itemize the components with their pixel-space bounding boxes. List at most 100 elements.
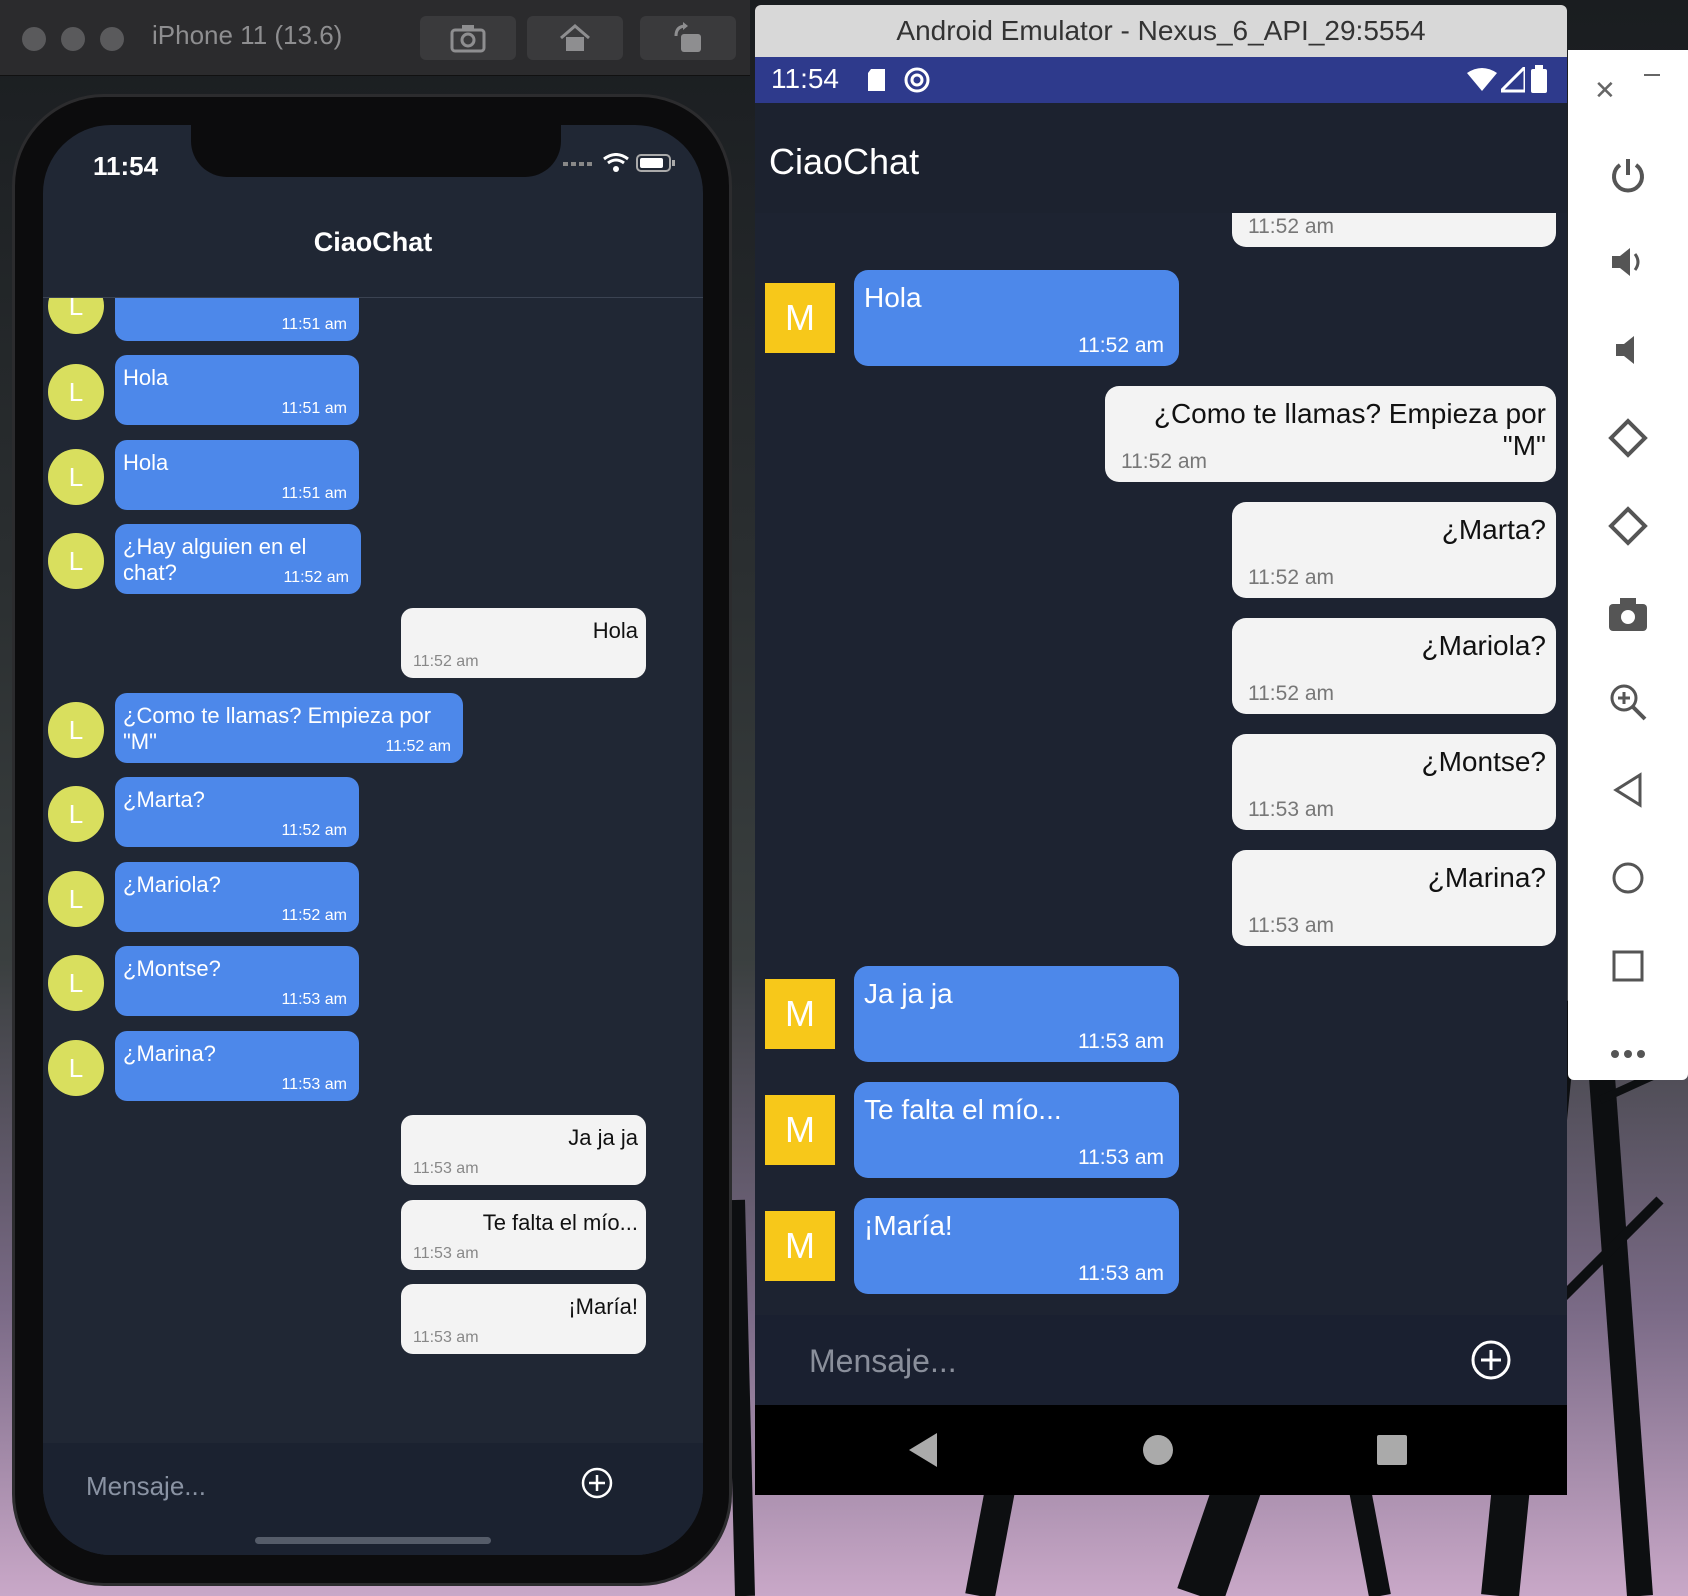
battery-icon: [1531, 65, 1547, 93]
avatar: M: [765, 283, 835, 353]
incoming-message: ¿Marina? 11:53 am: [115, 1031, 359, 1101]
avatar: L: [48, 449, 104, 505]
notch: [191, 125, 561, 177]
avatar: M: [765, 1095, 835, 1165]
message-text: Te falta el mío...: [864, 1094, 1062, 1125]
home-icon: [560, 24, 590, 51]
minimize-window-button[interactable]: [61, 27, 85, 51]
screenshot-button[interactable]: [420, 16, 516, 60]
android-app-bar: CiaoChat: [755, 103, 1567, 213]
camera-button[interactable]: [1568, 584, 1688, 644]
message-time: 11:52 am: [1078, 334, 1164, 357]
more-button[interactable]: [1568, 1024, 1688, 1084]
zoom-icon: [1610, 684, 1647, 721]
message-time: 11:53 am: [1078, 1030, 1164, 1053]
volume-up-button[interactable]: [1568, 232, 1688, 292]
android-status-time: 11:54: [771, 63, 839, 94]
outgoing-message: ¿Marina? 11:53 am: [1232, 850, 1556, 946]
add-icon[interactable]: [581, 1467, 613, 1499]
close-icon[interactable]: ✕: [1594, 75, 1616, 106]
wifi-icon: [603, 153, 629, 172]
message-text: ¿Marta?: [123, 787, 205, 812]
ios-navigation-bar: CiaoChat: [43, 195, 703, 298]
message-text: ¿Montse?: [123, 956, 221, 981]
minimize-icon[interactable]: [1644, 74, 1660, 76]
overview-icon: [1612, 950, 1644, 982]
rotate-left-button[interactable]: [1568, 408, 1688, 468]
incoming-message: Hola 11:52 am: [854, 270, 1179, 366]
message-time: 11:52 am: [385, 738, 451, 755]
screenshot-icon: [450, 25, 486, 53]
avatar: L: [48, 364, 104, 420]
android-input-placeholder: Mensaje...: [809, 1343, 957, 1379]
add-icon[interactable]: [1470, 1339, 1512, 1381]
message-time: 11:53 am: [1248, 798, 1334, 821]
back-icon[interactable]: [909, 1433, 939, 1467]
home-icon[interactable]: [1143, 1435, 1173, 1465]
ios-message-list[interactable]: L 11:51 am L Hola 11:51 am L Hola 11:51 am…: [43, 298, 703, 1438]
home-button[interactable]: [527, 16, 623, 60]
close-window-button[interactable]: [22, 27, 46, 51]
home-button[interactable]: [1568, 848, 1688, 908]
overview-button[interactable]: [1568, 936, 1688, 996]
volume-down-button[interactable]: [1568, 320, 1688, 380]
ios-window-title: iPhone 11 (13.6): [152, 20, 343, 50]
message-time: 11:53 am: [1078, 1146, 1164, 1169]
ios-status-time: 11:54: [93, 151, 159, 181]
incoming-message: Hola 11:51 am: [115, 440, 359, 510]
overview-icon[interactable]: [1377, 1435, 1407, 1465]
message-text: Hola: [864, 282, 922, 313]
incoming-message: ¿Mariola? 11:52 am: [115, 862, 359, 932]
avatar: L: [48, 533, 104, 589]
incoming-message: Ja ja ja 11:53 am: [854, 966, 1179, 1062]
home-indicator[interactable]: [255, 1537, 491, 1544]
message-time: 11:52 am: [1121, 450, 1207, 473]
zoom-button[interactable]: [1568, 672, 1688, 732]
avatar: L: [48, 1040, 104, 1096]
message-text: Hola: [123, 365, 169, 390]
outgoing-message: ¡María! 11:53 am: [401, 1284, 646, 1354]
message-text: ¡María!: [864, 1210, 953, 1241]
rotate-right-button[interactable]: [1568, 496, 1688, 556]
wifi-icon: [1467, 68, 1497, 91]
message-text: ¿Hay alguien en el chat?: [123, 534, 307, 585]
power-icon: [1612, 159, 1644, 193]
message-text: Hola: [592, 618, 638, 643]
message-time: 11:52 am: [283, 569, 349, 586]
outgoing-message: 11:52 am: [1232, 213, 1556, 247]
incoming-message: ¿Como te llamas? Empieza por "M" 11:52 am: [115, 693, 463, 763]
message-text: Ja ja ja: [864, 978, 953, 1009]
message-time: 11:51 am: [281, 316, 347, 333]
incoming-message: Te falta el mío... 11:53 am: [854, 1082, 1179, 1178]
incoming-message: ¡María! 11:53 am: [854, 1198, 1179, 1294]
rotate-button[interactable]: [640, 16, 736, 60]
message-text: ¿Marina?: [123, 1041, 216, 1066]
message-time: 11:52 am: [413, 653, 479, 670]
outgoing-message: Hola 11:52 am: [401, 608, 646, 678]
android-navigation-bar: [755, 1405, 1567, 1495]
rotate-icon: [674, 22, 701, 52]
message-time: 11:52 am: [1248, 566, 1334, 589]
message-time: 11:53 am: [281, 991, 347, 1008]
message-text: ¿Mariola?: [1421, 630, 1546, 661]
android-status-bar: 11:54: [755, 57, 1567, 103]
incoming-message: ¿Hay alguien en el chat? 11:52 am: [115, 524, 361, 594]
android-message-input[interactable]: Mensaje...: [755, 1315, 1567, 1405]
message-time: 11:51 am: [281, 485, 347, 502]
android-app: CiaoChat 11:52 am M Hola 11:52 am ¿Como t…: [755, 103, 1567, 1405]
message-text: Te falta el mío...: [482, 1210, 638, 1235]
message-text: ¿Mariola?: [123, 872, 221, 897]
ios-chat-title: CiaoChat: [313, 227, 433, 257]
android-message-list[interactable]: 11:52 am M Hola 11:52 am ¿Como te llamas?…: [755, 213, 1567, 1313]
message-time: 11:52 am: [281, 822, 347, 839]
back-icon: [1613, 772, 1642, 808]
back-button[interactable]: [1568, 760, 1688, 820]
message-time: 11:52 am: [1248, 682, 1334, 705]
power-button[interactable]: [1568, 145, 1688, 205]
incoming-message: Hola 11:51 am: [115, 355, 359, 425]
message-text: Ja ja ja: [568, 1125, 638, 1150]
zoom-window-button[interactable]: [100, 27, 124, 51]
message-time: 11:53 am: [413, 1160, 479, 1177]
avatar: L: [48, 702, 104, 758]
sd-card-icon: [868, 69, 885, 91]
